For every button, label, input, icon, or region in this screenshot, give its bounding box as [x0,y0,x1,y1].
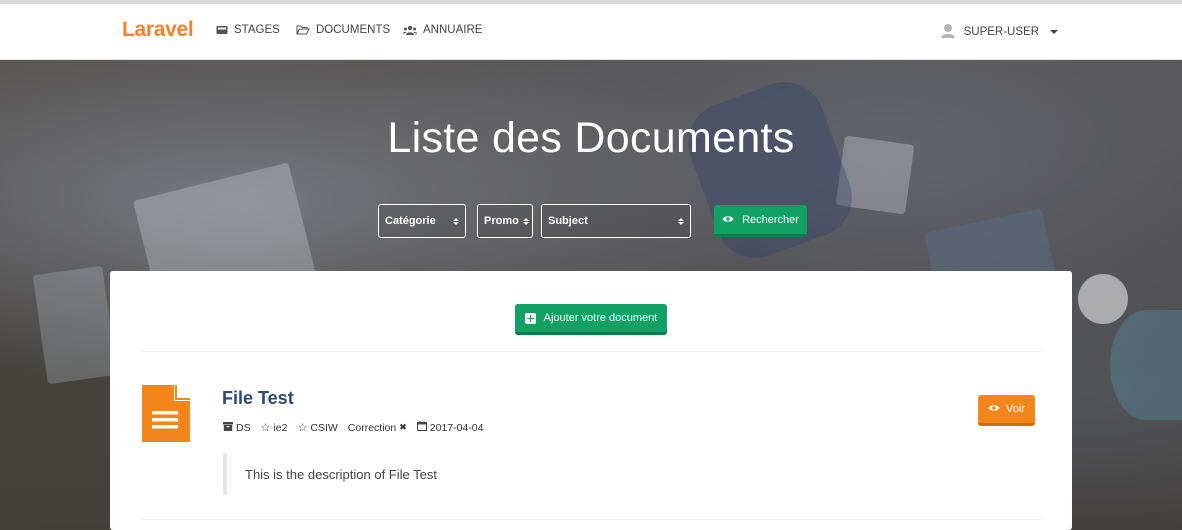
inbox-icon [216,25,228,35]
archive-icon [223,421,233,434]
calendar-icon [416,421,427,434]
meta-subject-text: CSIW [310,421,338,434]
nav-item-stages[interactable]: STAGES [216,24,280,36]
meta-date-text: 2017-04-04 [429,421,484,434]
user-name: SUPER-USER [963,26,1039,38]
select-arrows-icon [522,217,529,225]
divider [141,351,1041,352]
caret-down-icon [1050,30,1058,34]
meta-date: 2017-04-04 [416,421,484,434]
search-button-label: Rechercher [742,213,799,226]
top-navbar: Laravel STAGES DOCUMENTS ANNUAIRE SUPER-… [0,4,1182,60]
select-value: Promo [484,215,519,227]
background-paper [32,265,118,385]
brand-logo[interactable]: Laravel [122,18,194,42]
nav-item-label: ANNUAIRE [423,24,483,36]
user-menu-dropdown[interactable]: SUPER-USER [940,22,1058,42]
page-title: Liste des Documents [387,114,795,162]
user-avatar-icon [940,22,956,42]
add-document-button[interactable]: Ajouter votre document [515,304,667,335]
view-document-label: Voir [1006,403,1025,415]
star-outline-icon: ☆ [297,422,308,434]
meta-correction-text: Correction [347,421,397,434]
meta-category-text: DS [236,421,251,434]
select-value: Subject [548,215,588,227]
nav-item-annuaire[interactable]: ANNUAIRE [403,24,482,36]
promo-select[interactable]: Promo [477,204,533,238]
eye-icon [722,214,734,226]
divider [141,519,1041,520]
star-outline-icon: ☆ [260,422,271,434]
plus-square-icon [524,312,536,324]
meta-correction: Correction ✖ [348,422,407,434]
view-document-button[interactable]: Voir [978,395,1035,426]
background-coffee-cup [1078,274,1128,324]
meta-promo-text: ie2 [273,421,288,434]
meta-promo: ☆ ie2 [260,421,288,435]
eye-icon [988,403,1000,415]
background-chart-paper [1110,310,1182,420]
add-document-label: Ajouter votre document [543,312,658,324]
search-button[interactable]: Rechercher [714,205,807,237]
select-arrows-icon [453,217,459,225]
filter-bar: Catégorie Promo Subject Rechercher [378,204,807,238]
document-description: This is the description of File Test [223,453,437,495]
nav-item-documents[interactable]: DOCUMENTS [296,24,390,36]
category-select[interactable]: Catégorie [378,204,466,238]
users-icon [403,25,417,36]
meta-subject: ☆ CSIW [297,421,338,435]
folder-open-icon [296,25,310,35]
documents-card: Ajouter votre document File Test DS ☆ ie… [110,271,1072,530]
select-arrows-icon [678,217,684,225]
select-value: Catégorie [385,215,436,227]
document-description-text: This is the description of File Test [245,466,437,482]
close-icon: ✖ [399,422,407,432]
nav-item-label: STAGES [234,24,280,36]
nav-item-label: DOCUMENTS [316,24,391,36]
document-meta: DS ☆ ie2 ☆ CSIW Correction ✖ 2017-04-04 [223,421,493,434]
file-text-icon [142,385,190,447]
meta-category: DS [223,421,251,434]
document-title[interactable]: File Test [222,388,294,409]
subject-select[interactable]: Subject [541,204,691,238]
